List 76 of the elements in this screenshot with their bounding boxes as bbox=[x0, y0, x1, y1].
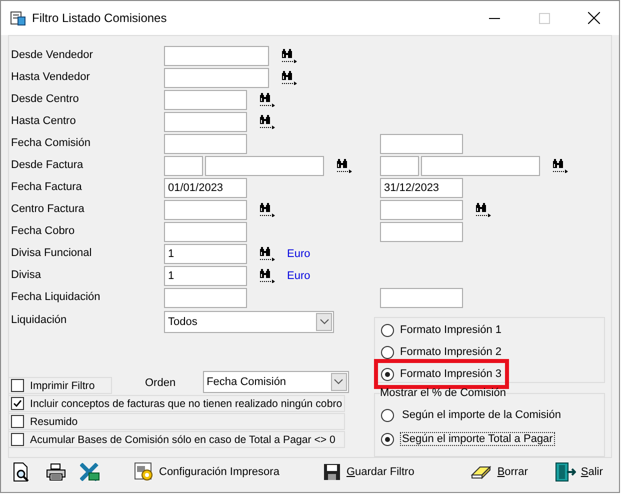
input-field[interactable] bbox=[164, 68, 269, 88]
currency-label: Euro bbox=[287, 248, 310, 260]
input-field[interactable] bbox=[380, 222, 463, 242]
binoculars-icon[interactable] bbox=[259, 247, 276, 261]
printer-settings-icon[interactable] bbox=[134, 462, 154, 482]
binoculars-icon[interactable] bbox=[259, 203, 276, 217]
binoculars-icon[interactable] bbox=[336, 159, 353, 173]
input-field[interactable] bbox=[380, 156, 419, 176]
field-label: Fecha Factura bbox=[10, 180, 83, 193]
toolbar-button[interactable]: Configuración Impresora bbox=[132, 460, 282, 484]
field-label: Desde Centro bbox=[10, 92, 80, 105]
input-field[interactable] bbox=[380, 200, 463, 220]
order-dropdown[interactable]: Fecha Comisión bbox=[202, 371, 349, 393]
exit-door-icon[interactable] bbox=[554, 462, 576, 482]
radio-label[interactable]: Formato Impresión 3 bbox=[400, 368, 502, 380]
input-field[interactable]: 1 bbox=[164, 266, 247, 286]
radio-button[interactable] bbox=[381, 408, 394, 422]
input-field[interactable] bbox=[421, 156, 540, 176]
radio-button[interactable] bbox=[381, 324, 394, 336]
binoculars-icon[interactable] bbox=[281, 71, 298, 85]
radio-button[interactable] bbox=[381, 368, 394, 380]
radio-label[interactable]: Formato Impresión 1 bbox=[400, 324, 502, 336]
window-title: Filtro Listado Comisiones bbox=[32, 11, 167, 25]
input-field[interactable] bbox=[205, 156, 324, 176]
toolbar-button[interactable]: Borrar bbox=[468, 462, 530, 482]
toolbar-button[interactable]: Salir bbox=[552, 460, 605, 484]
close-icon[interactable] bbox=[588, 12, 600, 24]
field-label: Desde Factura bbox=[10, 158, 84, 171]
field-label: Desde Vendedor bbox=[10, 48, 94, 61]
field-label: Centro Factura bbox=[10, 202, 86, 215]
input-field[interactable]: 01/01/2023 bbox=[164, 178, 247, 198]
checkbox-label[interactable]: Resumido bbox=[30, 416, 78, 428]
app-icon bbox=[10, 10, 26, 26]
input-field[interactable] bbox=[164, 112, 247, 132]
input-field[interactable] bbox=[164, 200, 247, 220]
input-field[interactable] bbox=[164, 156, 203, 176]
input-field[interactable] bbox=[164, 46, 269, 66]
radio-button[interactable] bbox=[381, 346, 394, 358]
radio-label[interactable]: Formato Impresión 2 bbox=[400, 346, 502, 358]
field-label: Hasta Centro bbox=[10, 114, 77, 127]
input-field[interactable] bbox=[380, 134, 463, 154]
order-label: Orden bbox=[145, 377, 176, 389]
checkbox[interactable] bbox=[11, 379, 24, 392]
binoculars-icon[interactable] bbox=[259, 115, 276, 129]
radio-label[interactable]: Según el importe Total a Pagar bbox=[400, 432, 555, 446]
input-field[interactable] bbox=[164, 288, 247, 308]
binoculars-icon[interactable] bbox=[475, 203, 492, 217]
field-label: Fecha Cobro bbox=[10, 224, 76, 237]
liquidation-dropdown[interactable]: Todos bbox=[164, 311, 334, 333]
radio-button[interactable] bbox=[381, 432, 394, 446]
input-field[interactable] bbox=[164, 222, 247, 242]
field-label: Divisa bbox=[10, 268, 42, 281]
input-field[interactable] bbox=[164, 134, 247, 154]
toolbar-button[interactable]: Guardar Filtro bbox=[321, 461, 416, 483]
field-label: Divisa Funcional bbox=[10, 246, 93, 259]
binoculars-icon[interactable] bbox=[281, 49, 298, 63]
checkbox[interactable] bbox=[11, 397, 24, 410]
input-field[interactable]: 31/12/2023 bbox=[380, 178, 463, 198]
checkbox[interactable] bbox=[11, 415, 24, 428]
field-label: Fecha Comisión bbox=[10, 136, 92, 149]
input-field[interactable] bbox=[380, 288, 463, 308]
field-label: Hasta Vendedor bbox=[10, 70, 91, 83]
eraser-icon[interactable] bbox=[470, 464, 492, 480]
currency-label: Euro bbox=[287, 270, 310, 282]
field-label: Liquidación bbox=[10, 313, 68, 326]
input-field[interactable]: 1 bbox=[164, 244, 247, 264]
chevron-down-icon[interactable] bbox=[334, 379, 344, 385]
binoculars-icon[interactable] bbox=[259, 269, 276, 283]
chevron-down-icon[interactable] bbox=[320, 319, 328, 325]
group-title: Mostrar el % de Comisión bbox=[380, 387, 506, 399]
binoculars-icon[interactable] bbox=[259, 93, 276, 107]
radio-label[interactable]: Según el importe de la Comisión bbox=[400, 408, 563, 422]
checkbox[interactable] bbox=[11, 433, 24, 446]
binoculars-icon[interactable] bbox=[552, 159, 569, 173]
field-label: Fecha Liquidación bbox=[10, 290, 102, 303]
input-field[interactable] bbox=[164, 90, 247, 110]
